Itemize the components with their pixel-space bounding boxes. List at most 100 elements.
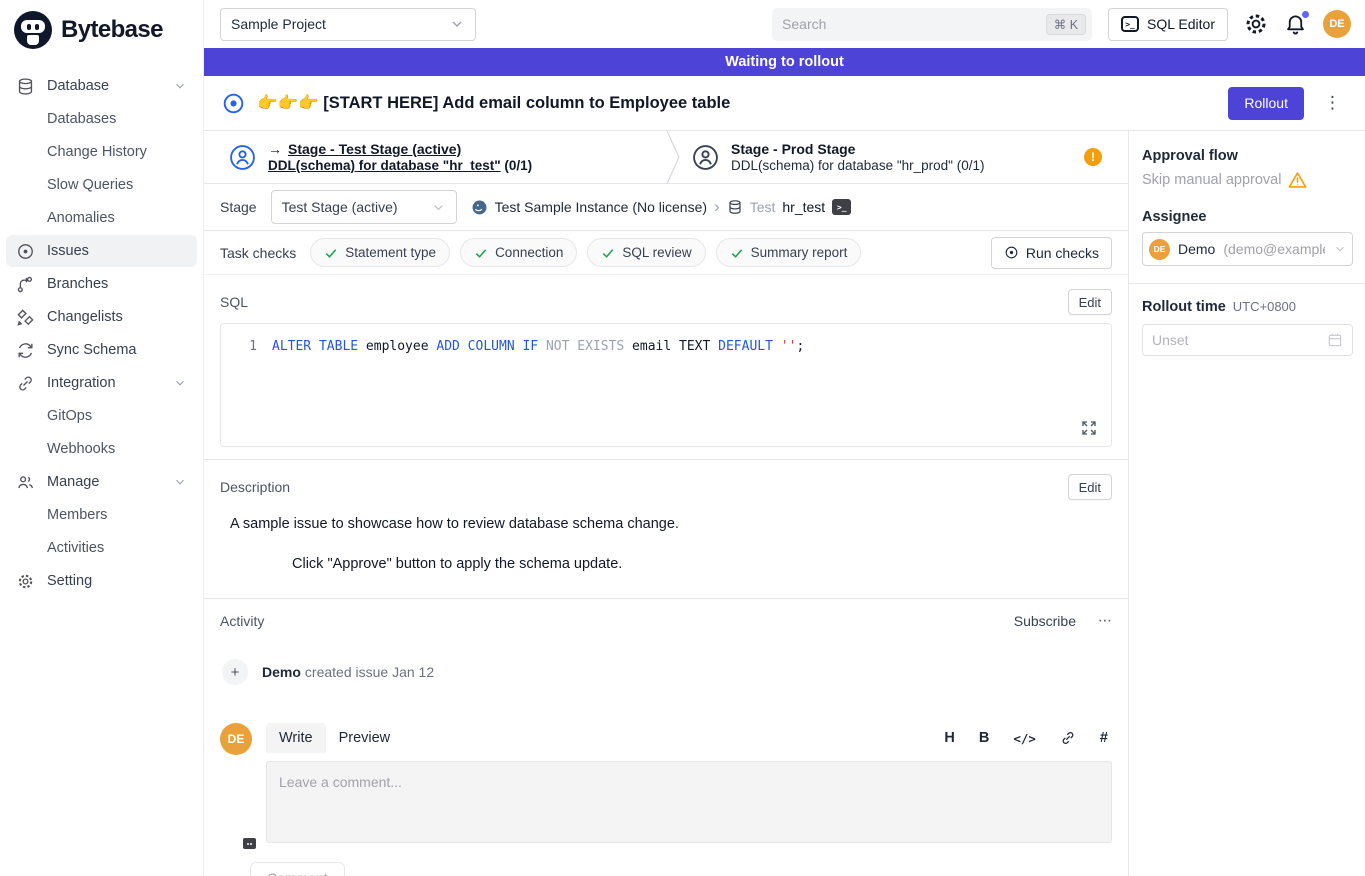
brand-name: Bytebase [61, 16, 163, 44]
assignee-email: (demo@example [1223, 241, 1325, 257]
assignee-name: Demo [1178, 241, 1215, 257]
status-banner-text: Waiting to rollout [725, 54, 844, 70]
issue-status-icon [222, 92, 245, 115]
comment-submit-button[interactable]: Comment [250, 862, 345, 876]
search-input[interactable] [782, 16, 1046, 32]
stage-card-prod[interactable]: Stage - Prod Stage DDL(schema) for datab… [681, 131, 1128, 183]
stage-task-count: (0/1) [957, 158, 985, 173]
chevron-down-icon [173, 79, 187, 93]
sidebar-item-database[interactable]: Database [6, 70, 197, 102]
arrow-right-icon: → [268, 141, 282, 157]
sidebar-item-integration[interactable]: Integration [6, 367, 197, 399]
link-button[interactable] [1060, 730, 1076, 746]
sql-code-block[interactable]: 1ALTER TABLE employee ADD COLUMN IF NOT … [220, 323, 1112, 447]
gear-icon [1244, 12, 1268, 36]
expand-fullscreen-icon[interactable] [1081, 420, 1097, 436]
comment-editor: DE Write Preview H B </> [204, 695, 1128, 846]
run-checks-button[interactable]: Run checks [991, 237, 1112, 269]
pointing-hand-emoji: 👉👉👉 [257, 94, 319, 112]
stage-name[interactable]: Stage - Prod Stage [731, 141, 855, 157]
activity-event-text: Democreated issue Jan 12 [262, 664, 434, 680]
rollout-time-input[interactable]: Unset [1142, 324, 1353, 356]
stage-task-link[interactable]: DDL(schema) for database "hr_test" [268, 158, 501, 173]
open-in-sql-editor-icon[interactable]: >_ [832, 199, 851, 215]
check-pill-sql-review[interactable]: SQL review [587, 238, 705, 267]
sidebar-item-webhooks[interactable]: Webhooks [6, 433, 197, 465]
subscribe-button[interactable]: Subscribe [1014, 613, 1076, 629]
stage-person-icon-active [229, 144, 256, 171]
editor-toolbar: H B </> # [944, 730, 1112, 746]
project-selector-value: Sample Project [231, 16, 449, 32]
terminal-icon: >_ [1121, 16, 1139, 32]
issue-sidebar: Approval flow Skip manual approval Assig… [1128, 131, 1365, 876]
project-selector[interactable]: Sample Project [220, 8, 476, 41]
heading-button[interactable]: H [944, 730, 954, 746]
bytebase-logo[interactable]: Bytebase [0, 0, 203, 63]
assignee-select[interactable]: DE Demo (demo@example [1142, 232, 1353, 266]
more-options-icon[interactable]: ⋯ [1098, 613, 1112, 629]
sidebar-item-databases[interactable]: Databases [6, 103, 197, 135]
chevron-down-icon [431, 200, 446, 215]
stage-task[interactable]: DDL(schema) for database "hr_prod" [731, 158, 953, 173]
description-title: Description [220, 479, 290, 495]
sidebar-item-changelists[interactable]: Changelists [6, 301, 197, 333]
sql-section-title: SQL [220, 294, 248, 310]
sidebar-item-setting[interactable]: Setting [6, 565, 197, 597]
sidebar-item-branches[interactable]: Branches [6, 268, 197, 300]
check-pill-summary-report[interactable]: Summary report [716, 238, 862, 267]
description-edit-button[interactable]: Edit [1068, 474, 1112, 500]
notification-dot [1302, 11, 1309, 18]
issue-detail-panel: → Stage - Test Stage (active) DDL(schema… [204, 131, 1128, 876]
sidebar-item-anomalies[interactable]: Anomalies [6, 202, 197, 234]
description-paragraph: A sample issue to showcase how to review… [230, 514, 1112, 534]
description-section: Description Edit A sample issue to showc… [204, 459, 1128, 592]
sql-editor-button[interactable]: >_ SQL Editor [1108, 8, 1228, 41]
chevron-down-icon [173, 376, 187, 390]
activity-section: Activity Subscribe ⋯ + Democreated issue… [204, 598, 1128, 876]
notifications-bell-button[interactable] [1284, 13, 1307, 36]
kebab-menu-icon[interactable]: ⋮ [1316, 93, 1349, 113]
check-pill-connection[interactable]: Connection [460, 238, 577, 267]
stage-divider [666, 131, 681, 184]
rollout-button[interactable]: Rollout [1228, 87, 1304, 120]
sidebar-item-activities[interactable]: Activities [6, 532, 197, 564]
sql-edit-button[interactable]: Edit [1068, 289, 1112, 315]
sidebar-item-manage[interactable]: Manage [6, 466, 197, 498]
pipeline-stages: → Stage - Test Stage (active) DDL(schema… [204, 131, 1128, 184]
user-avatar[interactable]: DE [1323, 10, 1351, 38]
tab-write[interactable]: Write [266, 723, 326, 753]
breadcrumb-separator: › [714, 197, 720, 217]
hash-button[interactable]: # [1100, 730, 1108, 746]
sidebar-item-members[interactable]: Members [6, 499, 197, 531]
bytebase-logo-icon [14, 11, 52, 49]
status-banner: Waiting to rollout [204, 48, 1365, 76]
sidebar-item-issues[interactable]: Issues [6, 235, 197, 267]
chevron-down-icon [449, 16, 465, 32]
activity-actor: Demo [262, 664, 301, 680]
code-button[interactable]: </> [1013, 731, 1036, 746]
description-paragraph: Click "Approve" button to apply the sche… [230, 554, 1112, 574]
rollout-timezone: UTC+0800 [1233, 299, 1296, 314]
bold-button[interactable]: B [979, 730, 989, 746]
check-pill-statement-type[interactable]: Statement type [310, 238, 450, 267]
issue-title: 👉👉👉 [START HERE] Add email column to Emp… [257, 94, 1216, 113]
search-box[interactable]: ⌘ K [772, 8, 1092, 41]
instance-name[interactable]: Test Sample Instance (No license) [495, 199, 707, 215]
comment-input[interactable] [266, 761, 1112, 843]
settings-gear-button[interactable] [1244, 12, 1268, 36]
sidebar-item-change-history[interactable]: Change History [6, 136, 197, 168]
tab-preview[interactable]: Preview [326, 723, 404, 753]
stage-card-test[interactable]: → Stage - Test Stage (active) DDL(schema… [204, 131, 666, 183]
stage-person-icon [692, 144, 719, 171]
comment-bubble-icon [243, 838, 256, 849]
stage-name[interactable]: Stage - Test Stage (active) [288, 141, 461, 157]
sidebar-item-gitops[interactable]: GitOps [6, 400, 197, 432]
sidebar-item-sync-schema[interactable]: Sync Schema [6, 334, 197, 366]
database-name[interactable]: hr_test [782, 199, 825, 215]
rollout-time-title: Rollout time [1142, 299, 1226, 315]
issue-icon [16, 242, 35, 261]
postgres-icon [471, 199, 488, 216]
stage-select[interactable]: Test Stage (active) [271, 190, 457, 224]
branch-icon [16, 275, 35, 294]
sidebar-item-slow-queries[interactable]: Slow Queries [6, 169, 197, 201]
